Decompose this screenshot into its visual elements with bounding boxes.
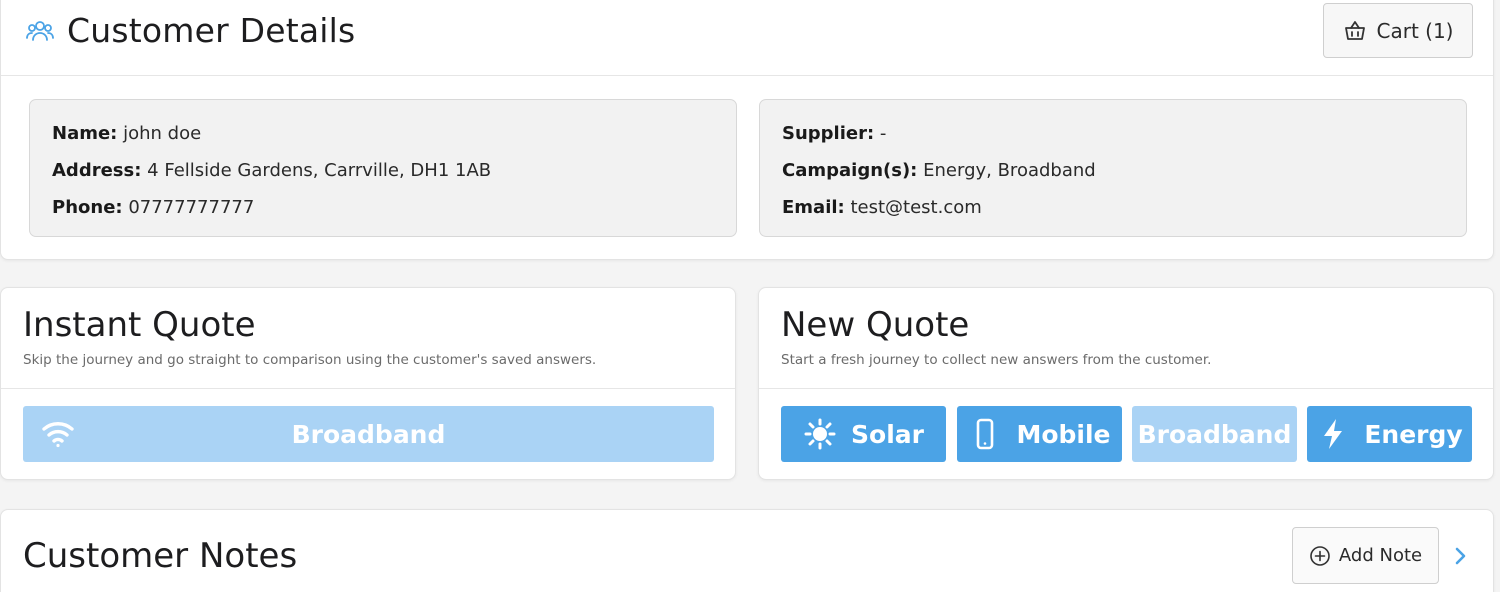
mobile-label: Mobile [1016,419,1111,449]
new-broadband-button[interactable]: Broadband [1132,406,1297,462]
instant-quote-title: Instant Quote [23,305,256,345]
new-energy-button[interactable]: Energy [1307,406,1472,462]
address-row: Address: 4 Fellside Gardens, Carrville, … [52,152,714,189]
chevron-right-icon[interactable] [1451,544,1469,568]
instant-broadband-label: Broadband [291,419,446,449]
phone-value: 07777777777 [128,197,255,218]
new-quote-title: New Quote [781,305,970,345]
new-quote-card: New Quote Start a fresh journey to colle… [758,287,1494,480]
solar-label: Solar [851,419,924,449]
mobile-phone-icon [977,418,994,450]
users-icon [26,21,54,41]
supplier-label: Supplier: [782,123,875,144]
campaigns-label: Campaign(s): [782,160,918,181]
instant-quote-subtitle: Skip the journey and go straight to comp… [23,352,597,368]
add-note-label: Add Note [1338,545,1423,566]
email-value: test@test.com [850,197,982,218]
divider [1,388,735,389]
customer-info-right: Supplier: - Campaign(s): Energy, Broadba… [759,99,1467,237]
add-note-button[interactable]: Add Note [1292,527,1439,584]
campaigns-row: Campaign(s): Energy, Broadband [782,152,1444,189]
cart-button[interactable]: Cart (1) [1323,3,1473,58]
email-row: Email: test@test.com [782,189,1444,226]
wifi-icon [42,422,74,448]
new-mobile-button[interactable]: Mobile [957,406,1122,462]
sun-icon [804,418,836,450]
customer-info-left: Name: john doe Address: 4 Fellside Garde… [29,99,737,237]
cart-label: Cart (1) [1376,18,1454,43]
customer-notes-title: Customer Notes [23,536,298,576]
instant-quote-card: Instant Quote Skip the journey and go st… [0,287,736,480]
new-solar-button[interactable]: Solar [781,406,946,462]
plus-circle-icon [1310,545,1330,566]
energy-label: Energy [1364,419,1463,449]
customer-details-card: Customer Details Cart (1) Name: john doe… [0,0,1494,260]
instant-broadband-button[interactable]: Broadband [23,406,714,462]
new-broadband-label: Broadband [1137,419,1292,449]
address-value: 4 Fellside Gardens, Carrville, DH1 1AB [147,160,492,181]
supplier-row: Supplier: - [782,115,1444,152]
supplier-value: - [879,123,887,144]
phone-label: Phone: [52,197,123,218]
basket-icon [1344,20,1365,40]
campaigns-value: Energy, Broadband [923,160,1096,181]
name-value: john doe [123,123,202,144]
customer-details-header: Customer Details Cart (1) [1,0,1493,76]
new-quote-subtitle: Start a fresh journey to collect new ans… [781,352,1212,368]
name-row: Name: john doe [52,115,714,152]
customer-notes-card: Customer Notes Add Note [0,509,1494,592]
divider [759,388,1493,389]
page-title: Customer Details [67,11,356,50]
lightning-bolt-icon [1324,419,1343,449]
name-label: Name: [52,123,118,144]
email-label: Email: [782,197,845,218]
phone-row: Phone: 07777777777 [52,189,714,226]
address-label: Address: [52,160,142,181]
